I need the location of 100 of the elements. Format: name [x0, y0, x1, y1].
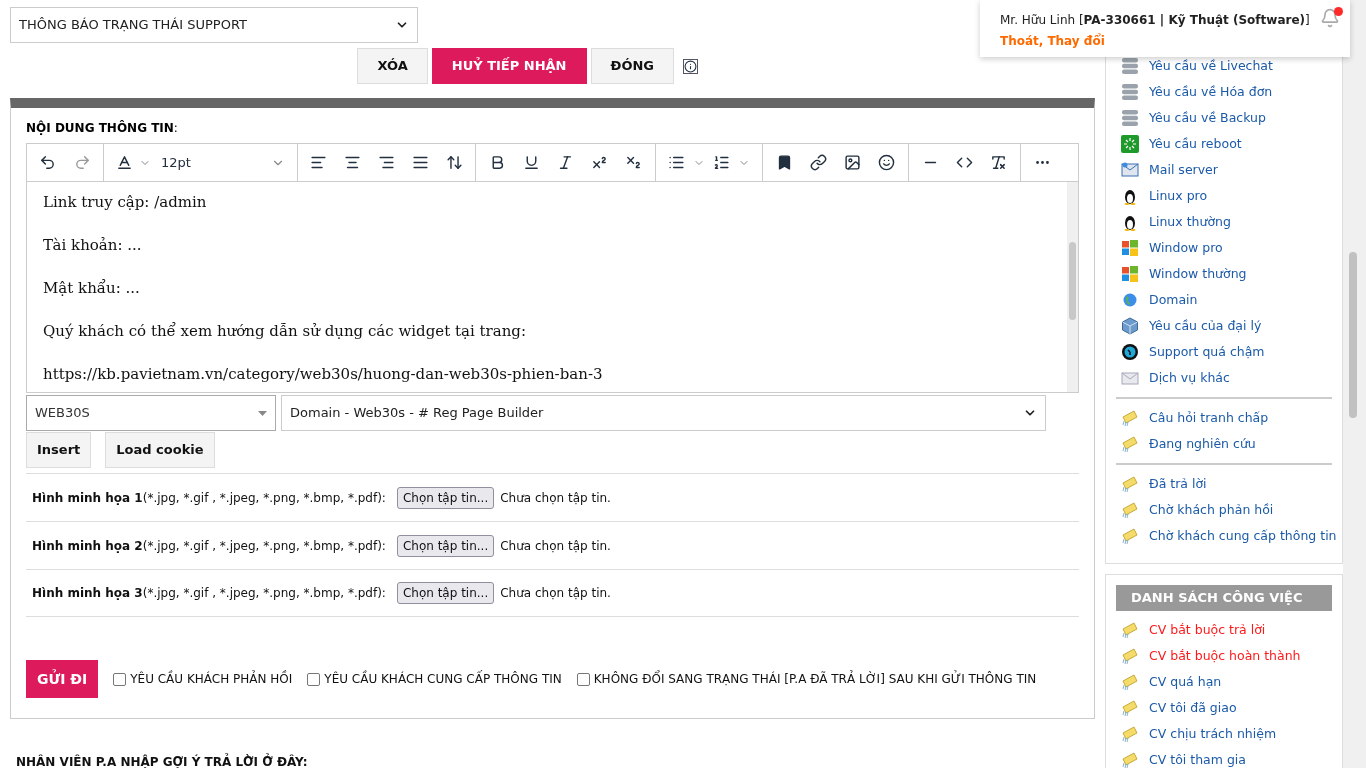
caret-icon: [258, 410, 267, 416]
editor-paragraph: Mật khẩu: ...: [43, 278, 141, 299]
sidebar-link[interactable]: CV tôi đã giao: [1149, 698, 1237, 718]
reboot-icon: [1121, 135, 1139, 153]
sidebar-link[interactable]: Mail server: [1149, 160, 1218, 180]
bookmark-icon[interactable]: [776, 154, 793, 171]
sidebar-link[interactable]: CV bắt buộc hoàn thành: [1149, 646, 1301, 666]
note-icon: [1121, 725, 1139, 743]
sidebar-link[interactable]: Support quá chậm: [1149, 342, 1265, 362]
sidebar-link[interactable]: Yêu cầu về Hóa đơn: [1149, 82, 1273, 102]
server-icon: [1121, 57, 1139, 75]
windows-icon: [1121, 239, 1139, 257]
choose-file-button[interactable]: Chọn tập tin...: [396, 486, 495, 509]
windows-icon: [1121, 265, 1139, 283]
option-label[interactable]: YÊU CẦU KHÁCH CUNG CẤP THÔNG TIN: [324, 670, 562, 688]
font-size-select[interactable]: 12pt: [161, 152, 265, 173]
sidebar-link[interactable]: CV tôi tham gia: [1149, 750, 1246, 768]
editor-paragraph: https://kb.pavietnam.vn/category/web30s/huong-dan-web30s-phien-ban-3: [43, 364, 604, 385]
sidebar-link[interactable]: Yêu cầu reboot: [1149, 134, 1242, 154]
send-button[interactable]: GỬI ĐI: [26, 660, 99, 698]
editor-paragraph: Quý khách có thể xem hướng dẫn sử dụng các widget tại trang:: [43, 321, 527, 342]
sidebar-link[interactable]: CV chịu trách nhiệm: [1149, 724, 1277, 744]
envelope-icon: [1121, 369, 1139, 387]
clear-format-icon[interactable]: [990, 154, 1007, 171]
file-status: Chưa chọn tập tin.: [500, 537, 611, 555]
sidebar-link[interactable]: CV quá hạn: [1149, 672, 1222, 692]
category-select[interactable]: WEB30S: [26, 395, 276, 431]
note-icon: [1121, 435, 1139, 453]
note-icon: [1121, 527, 1139, 545]
server-icon: [1121, 109, 1139, 127]
line-height-icon[interactable]: [446, 154, 463, 171]
panel-header: DANH SÁCH CÔNG VIỆC: [1116, 585, 1332, 611]
numbered-list-icon[interactable]: [713, 154, 730, 171]
align-left-icon[interactable]: [310, 154, 327, 171]
superscript-icon[interactable]: [591, 154, 608, 171]
page-scrollbar-thumb[interactable]: [1349, 252, 1357, 418]
bullet-list-icon[interactable]: [668, 154, 685, 171]
template-button[interactable]: Load cookie: [105, 432, 215, 468]
note-icon: [1121, 621, 1139, 639]
status-select[interactable]: THÔNG BÁO TRẠNG THÁI SUPPORT: [10, 7, 418, 43]
server-icon: [1121, 83, 1139, 101]
underline-icon[interactable]: [523, 154, 540, 171]
sidebar-link[interactable]: Yêu cầu của đại lý: [1149, 316, 1262, 336]
action-button[interactable]: ĐÓNG: [590, 48, 674, 84]
option-label[interactable]: KHÔNG ĐỔI SANG TRẠNG THÁI [P.A ĐÃ TRẢ LỜI] SAU KHI GỬI THÔNG TIN: [593, 670, 1037, 688]
text-color-icon[interactable]: [116, 154, 133, 171]
checkbox[interactable]: [307, 672, 321, 686]
editor-area[interactable]: Link truy cập: /admin Tài khoản: ... Mật khẩu: ... Quý khách có thể xem hướng dẫn sử dụng các widget tại trang: https://kb.pavietnam.vn/category/web30s/huong-dan-web30s-phien-ban-3: [27, 182, 1067, 392]
align-justify-icon[interactable]: [412, 154, 429, 171]
align-right-icon[interactable]: [378, 154, 395, 171]
sidebar-link[interactable]: Domain: [1149, 290, 1198, 310]
sidebar-link[interactable]: Câu hỏi tranh chấp: [1149, 408, 1269, 428]
note-icon: [1121, 647, 1139, 665]
file-status: Chưa chọn tập tin.: [500, 585, 611, 602]
sidebar-link[interactable]: Linux thường: [1149, 212, 1231, 232]
sidebar-link[interactable]: Yêu cầu về Backup: [1149, 108, 1266, 128]
sidebar-link[interactable]: CV bắt buộc trả lời: [1149, 620, 1266, 640]
note-icon: [1121, 751, 1139, 768]
sidebar-link[interactable]: Window pro: [1149, 238, 1223, 258]
sidebar-link[interactable]: Window thường: [1149, 264, 1247, 284]
attachment-label: Hình minh họa 1(*.jpg, *.gif , *.jpeg, *.png, *.bmp, *.pdf):: [32, 489, 386, 507]
attachment-label: Hình minh họa 2(*.jpg, *.gif , *.jpeg, *.png, *.bmp, *.pdf):: [32, 537, 386, 555]
emoji-icon[interactable]: [878, 154, 895, 171]
redo-icon[interactable]: [74, 154, 91, 171]
sidebar-link[interactable]: Yêu cầu về Livechat: [1149, 56, 1273, 76]
undo-icon[interactable]: [39, 154, 56, 171]
scrollbar-thumb[interactable]: [1069, 242, 1076, 320]
sidebar-link[interactable]: Đang nghiên cứu: [1149, 434, 1256, 454]
separator: ,: [1038, 33, 1044, 50]
choose-file-button[interactable]: Chọn tập tin...: [396, 534, 495, 557]
clock-icon: [1121, 343, 1139, 361]
template-select[interactable]: Domain - Web30s - # Reg Page Builder: [281, 395, 1046, 431]
section-heading: NHÂN VIÊN P.A NHẬP GỢI Ý TRẢ LỜI Ở ĐÂY:: [16, 753, 309, 768]
choose-file-button[interactable]: Chọn tập tin...: [396, 582, 495, 604]
attachment-label: Hình minh họa 3(*.jpg, *.gif , *.jpeg, *.png, *.bmp, *.pdf):: [32, 585, 386, 602]
checkbox[interactable]: [576, 672, 590, 686]
option-label[interactable]: YÊU CẦU KHÁCH PHẢN HỒI: [130, 670, 293, 688]
editor-paragraph: Tài khoản: ...: [43, 235, 143, 256]
template-button[interactable]: Insert: [26, 432, 92, 468]
mail-server-icon: [1121, 161, 1139, 179]
subscript-icon[interactable]: [625, 154, 642, 171]
image-icon[interactable]: [844, 154, 861, 171]
cube-icon: [1121, 317, 1139, 335]
italic-icon[interactable]: [557, 154, 574, 171]
note-icon: [1121, 699, 1139, 717]
sidebar-link[interactable]: Chờ khách cung cấp thông tin: [1149, 526, 1337, 546]
note-icon: [1121, 673, 1139, 691]
action-button[interactable]: HUỶ TIẾP NHẬN: [431, 48, 587, 84]
action-button[interactable]: XÓA: [357, 48, 428, 84]
sidebar-link[interactable]: Linux pro: [1149, 186, 1208, 206]
sidebar-link[interactable]: Dịch vụ khác: [1149, 368, 1230, 388]
align-center-icon[interactable]: [344, 154, 361, 171]
sidebar-link[interactable]: Chờ khách phản hồi: [1149, 500, 1274, 520]
editor-paragraph: Link truy cập: /admin: [43, 192, 208, 213]
sidebar-link[interactable]: Đã trả lời: [1149, 474, 1207, 494]
checkbox[interactable]: [113, 672, 127, 686]
note-icon: [1121, 501, 1139, 519]
content-label: NỘI DUNG THÔNG TIN:: [26, 119, 179, 137]
info-icon[interactable]: [683, 58, 698, 74]
link-icon[interactable]: [810, 154, 827, 171]
